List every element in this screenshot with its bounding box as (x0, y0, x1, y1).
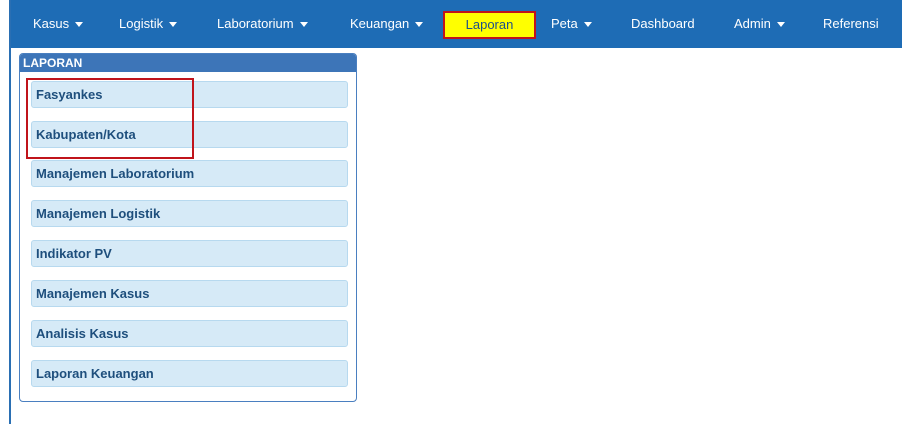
caret-down-icon (776, 22, 785, 28)
nav-admin[interactable]: Admin (734, 13, 785, 35)
nav-admin-label: Admin (734, 16, 771, 31)
nav-laboratorium[interactable]: Laboratorium (217, 13, 308, 35)
nav-referensi[interactable]: Referensi (823, 13, 879, 35)
menu-item-kabupaten-kota[interactable]: Kabupaten/Kota (31, 121, 348, 148)
menu-item-laporan-keuangan[interactable]: Laporan Keuangan (31, 360, 348, 387)
menu-item-manajemen-laboratorium[interactable]: Manajemen Laboratorium (31, 160, 348, 187)
laporan-panel: LAPORAN Fasyankes Kabupaten/Kota Manajem… (19, 53, 357, 402)
menu-item-label: Manajemen Kasus (36, 286, 150, 301)
menu-item-label: Analisis Kasus (36, 326, 129, 341)
nav-referensi-label: Referensi (823, 16, 879, 31)
menu-item-manajemen-kasus[interactable]: Manajemen Kasus (31, 280, 348, 307)
caret-down-icon (169, 22, 178, 28)
nav-dashboard[interactable]: Dashboard (631, 13, 695, 35)
nav-peta[interactable]: Peta (551, 13, 592, 35)
nav-kasus-label: Kasus (33, 16, 70, 31)
nav-logistik-label: Logistik (119, 16, 164, 31)
nav-laporan-label: Laporan (465, 17, 514, 32)
nav-logistik[interactable]: Logistik (119, 13, 178, 35)
caret-down-icon (415, 22, 424, 28)
nav-keuangan[interactable]: Keuangan (350, 13, 424, 35)
nav-keuangan-label: Keuangan (350, 16, 410, 31)
menu-item-label: Fasyankes (36, 87, 103, 102)
menu-item-manajemen-logistik[interactable]: Manajemen Logistik (31, 200, 348, 227)
caret-down-icon (299, 22, 308, 28)
menu-item-analisis-kasus[interactable]: Analisis Kasus (31, 320, 348, 347)
caret-down-icon (583, 22, 592, 28)
menu-item-label: Kabupaten/Kota (36, 127, 136, 142)
page: Kasus Logistik Laboratorium Keuangan Lap… (0, 0, 902, 424)
panel-title: LAPORAN (20, 54, 356, 72)
menu-item-label: Manajemen Laboratorium (36, 166, 195, 181)
menu-item-label: Indikator PV (36, 246, 112, 261)
nav-laboratorium-label: Laboratorium (217, 16, 294, 31)
nav-dashboard-label: Dashboard (631, 16, 695, 31)
nav-peta-label: Peta (551, 16, 578, 31)
left-border (9, 0, 11, 424)
menu-item-fasyankes[interactable]: Fasyankes (31, 81, 348, 108)
menu-item-label: Manajemen Logistik (36, 206, 161, 221)
menu-item-indikator-pv[interactable]: Indikator PV (31, 240, 348, 267)
caret-down-icon (75, 22, 84, 28)
menu-item-label: Laporan Keuangan (36, 366, 154, 381)
nav-laporan[interactable]: Laporan (443, 11, 536, 39)
nav-kasus[interactable]: Kasus (33, 13, 84, 35)
